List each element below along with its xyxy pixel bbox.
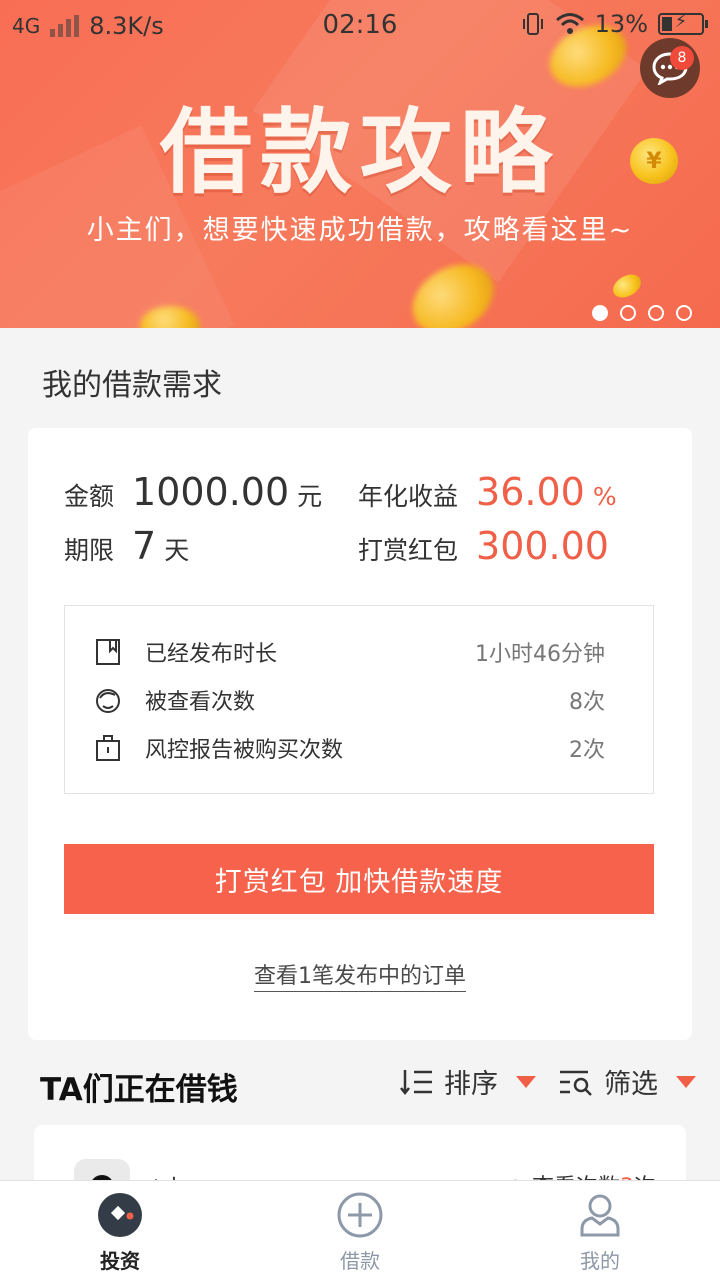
sort-button[interactable]: 排序 bbox=[400, 1062, 536, 1101]
reward-value: 300.00 bbox=[476, 524, 609, 568]
term-label: 期限 bbox=[64, 536, 115, 565]
carousel-dot[interactable] bbox=[592, 305, 608, 321]
info-row-published-time: 已经发布时长 1小时46分钟 bbox=[95, 634, 605, 670]
vibrate-icon bbox=[522, 13, 543, 35]
section-heading: 我的借款需求 bbox=[42, 368, 222, 403]
info-row-view-count: 被查看次数 8次 bbox=[95, 682, 605, 718]
term-value: 7 bbox=[132, 524, 157, 568]
rate-unit: % bbox=[592, 482, 617, 511]
term-unit: 天 bbox=[164, 536, 190, 565]
info-label: 风控报告被购买次数 bbox=[145, 738, 344, 763]
nav-label: 借款 bbox=[340, 1249, 380, 1273]
reward-stat: 打赏红包 300.00 bbox=[358, 524, 609, 568]
bookmark-icon bbox=[96, 639, 120, 665]
term-stat: 期限 7 天 bbox=[64, 524, 189, 568]
amount-stat: 金额 1000.00 元 bbox=[64, 470, 322, 514]
chat-button[interactable] bbox=[640, 38, 700, 98]
rate-label: 年化收益 bbox=[358, 482, 459, 511]
info-value: 8次 bbox=[569, 690, 605, 715]
battery-icon: ⚡ bbox=[658, 11, 708, 35]
promo-banner[interactable]: ¥ 4G 8.3K/s 02:16 13% ⚡ 借款攻略 小主们，想要快速成功借… bbox=[0, 0, 720, 328]
banner-title: 借款攻略 bbox=[159, 99, 560, 206]
battery-percent: 13% bbox=[594, 10, 648, 38]
banner-subtitle: 小主们，想要快速成功借款，攻略看这里~ bbox=[86, 215, 634, 246]
filter-icon bbox=[560, 1070, 592, 1096]
wifi-icon bbox=[555, 13, 584, 34]
coin-image bbox=[609, 269, 645, 303]
nav-label: 投资 bbox=[100, 1249, 140, 1273]
nav-tab-mine[interactable]: 我的 bbox=[480, 1181, 720, 1280]
loan-request-card: 金额 1000.00 元 年化收益 36.00 % 期限 7 天 打赏红包 30… bbox=[28, 428, 692, 1040]
bottom-nav: 投资 借款 我的 bbox=[0, 1180, 720, 1280]
amount-label: 金额 bbox=[64, 482, 115, 511]
carousel-dot[interactable] bbox=[620, 305, 636, 321]
info-value: 1小时46分钟 bbox=[475, 642, 605, 667]
nav-tab-invest[interactable]: 投资 bbox=[0, 1181, 240, 1280]
rate-stat: 年化收益 36.00 % bbox=[358, 470, 617, 514]
view-orders-link[interactable]: 查看1笔发布中的订单 bbox=[254, 964, 466, 992]
sort-dropdown-arrow-icon bbox=[516, 1075, 536, 1088]
amount-value: 1000.00 bbox=[132, 470, 290, 514]
plus-circle-icon bbox=[337, 1192, 383, 1238]
reward-label: 打赏红包 bbox=[358, 536, 459, 565]
nav-tab-borrow[interactable]: 借款 bbox=[240, 1181, 480, 1280]
reward-speedup-button[interactable]: 打赏红包 加快借款速度 bbox=[64, 844, 654, 914]
filter-dropdown-arrow-icon bbox=[676, 1075, 696, 1088]
view-orders-link-wrap: 查看1笔发布中的订单 bbox=[28, 958, 692, 992]
filter-label: 筛选 bbox=[604, 1069, 658, 1100]
sort-icon bbox=[400, 1069, 432, 1095]
user-icon bbox=[580, 1194, 620, 1237]
face-icon bbox=[96, 689, 120, 713]
request-info-box: 已经发布时长 1小时46分钟 被查看次数 8次 风控报告被购买次数 2次 bbox=[64, 605, 654, 794]
nav-label: 我的 bbox=[580, 1249, 620, 1273]
status-bar: 4G 8.3K/s 02:16 13% ⚡ bbox=[0, 0, 720, 52]
info-row-report-purchases: 风控报告被购买次数 2次 bbox=[95, 730, 605, 766]
amount-unit: 元 bbox=[297, 482, 323, 511]
report-icon bbox=[96, 735, 120, 761]
info-value: 2次 bbox=[569, 738, 605, 763]
borrowing-list-title: TA们正在借钱 bbox=[40, 1072, 238, 1108]
info-label: 被查看次数 bbox=[145, 690, 256, 715]
rate-value: 36.00 bbox=[476, 470, 585, 514]
carousel-indicator[interactable] bbox=[592, 305, 692, 321]
carousel-dot[interactable] bbox=[676, 305, 692, 321]
invest-icon bbox=[98, 1193, 142, 1237]
chat-unread-badge: 8 bbox=[670, 46, 694, 70]
sort-label: 排序 bbox=[444, 1069, 498, 1100]
filter-button[interactable]: 筛选 bbox=[558, 1062, 696, 1101]
carousel-dot[interactable] bbox=[648, 305, 664, 321]
info-label: 已经发布时长 bbox=[145, 642, 278, 667]
